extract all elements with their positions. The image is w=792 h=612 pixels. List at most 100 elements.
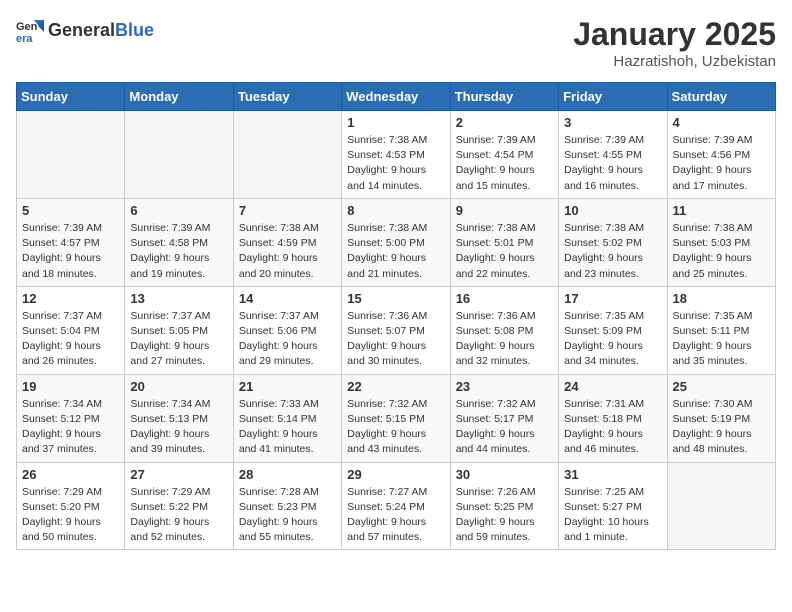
day-detail: Sunrise: 7:36 AM Sunset: 5:07 PM Dayligh… [347,309,444,370]
calendar-cell: 1 Sunrise: 7:38 AM Sunset: 4:53 PM Daylig… [342,111,450,199]
calendar-week-row: 1 Sunrise: 7:38 AM Sunset: 4:53 PM Daylig… [17,111,776,199]
day-detail: Sunrise: 7:38 AM Sunset: 5:00 PM Dayligh… [347,221,444,282]
day-detail: Sunrise: 7:38 AM Sunset: 5:03 PM Dayligh… [673,221,770,282]
day-detail: Sunrise: 7:39 AM Sunset: 4:54 PM Dayligh… [456,133,553,194]
day-detail: Sunrise: 7:39 AM Sunset: 4:57 PM Dayligh… [22,221,119,282]
calendar-cell: 21 Sunrise: 7:33 AM Sunset: 5:14 PM Dayli… [233,374,341,462]
day-number: 31 [564,467,661,482]
day-number: 9 [456,203,553,218]
logo-text: GeneralBlue [48,20,154,41]
calendar-cell: 16 Sunrise: 7:36 AM Sunset: 5:08 PM Dayli… [450,286,558,374]
calendar-cell: 13 Sunrise: 7:37 AM Sunset: 5:05 PM Dayli… [125,286,233,374]
logo-icon: Gen era [16,16,44,44]
day-detail: Sunrise: 7:35 AM Sunset: 5:09 PM Dayligh… [564,309,661,370]
day-detail: Sunrise: 7:38 AM Sunset: 4:53 PM Dayligh… [347,133,444,194]
day-detail: Sunrise: 7:37 AM Sunset: 5:05 PM Dayligh… [130,309,227,370]
calendar-cell: 2 Sunrise: 7:39 AM Sunset: 4:54 PM Daylig… [450,111,558,199]
day-number: 2 [456,115,553,130]
weekday-header-row: SundayMondayTuesdayWednesdayThursdayFrid… [17,83,776,111]
day-number: 19 [22,379,119,394]
calendar-cell: 22Sunrise: 7:32 AM Sunset: 5:15 PM Dayli… [342,374,450,462]
day-detail: Sunrise: 7:36 AM Sunset: 5:08 PM Dayligh… [456,309,553,370]
calendar-cell: 11 Sunrise: 7:38 AM Sunset: 5:03 PM Dayli… [667,198,775,286]
calendar-cell: 10Sunrise: 7:38 AM Sunset: 5:02 PM Dayli… [559,198,667,286]
day-detail: Sunrise: 7:32 AM Sunset: 5:17 PM Dayligh… [456,397,553,458]
calendar-cell: 3Sunrise: 7:39 AM Sunset: 4:55 PM Daylig… [559,111,667,199]
day-number: 22 [347,379,444,394]
day-detail: Sunrise: 7:29 AM Sunset: 5:22 PM Dayligh… [130,485,227,546]
calendar-cell: 9Sunrise: 7:38 AM Sunset: 5:01 PM Daylig… [450,198,558,286]
day-number: 20 [130,379,227,394]
day-number: 17 [564,291,661,306]
page-header: Gen era GeneralBlue January 2025 Hazrati… [16,16,776,70]
day-number: 12 [22,291,119,306]
logo-blue: Blue [115,20,154,40]
calendar-cell: 4Sunrise: 7:39 AM Sunset: 4:56 PM Daylig… [667,111,775,199]
day-detail: Sunrise: 7:25 AM Sunset: 5:27 PM Dayligh… [564,485,661,546]
calendar-cell [233,111,341,199]
day-number: 15 [347,291,444,306]
day-number: 16 [456,291,553,306]
day-number: 26 [22,467,119,482]
day-number: 5 [22,203,119,218]
day-number: 23 [456,379,553,394]
month-title: January 2025 [573,16,776,53]
calendar-cell: 29Sunrise: 7:27 AM Sunset: 5:24 PM Dayli… [342,462,450,550]
weekday-header: Saturday [667,83,775,111]
day-detail: Sunrise: 7:37 AM Sunset: 5:06 PM Dayligh… [239,309,336,370]
calendar-cell: 28 Sunrise: 7:28 AM Sunset: 5:23 PM Dayli… [233,462,341,550]
day-detail: Sunrise: 7:27 AM Sunset: 5:24 PM Dayligh… [347,485,444,546]
day-number: 1 [347,115,444,130]
day-number: 8 [347,203,444,218]
calendar-week-row: 12 Sunrise: 7:37 AM Sunset: 5:04 PM Dayli… [17,286,776,374]
day-number: 7 [239,203,336,218]
svg-text:era: era [16,33,33,44]
weekday-header: Monday [125,83,233,111]
weekday-header: Wednesday [342,83,450,111]
calendar-cell: 26 Sunrise: 7:29 AM Sunset: 5:20 PM Dayli… [17,462,125,550]
calendar-cell: 6Sunrise: 7:39 AM Sunset: 4:58 PM Daylig… [125,198,233,286]
calendar-cell: 31 Sunrise: 7:25 AM Sunset: 5:27 PM Dayli… [559,462,667,550]
day-detail: Sunrise: 7:34 AM Sunset: 5:12 PM Dayligh… [22,397,119,458]
location: Hazratishoh, Uzbekistan [573,53,776,70]
day-detail: Sunrise: 7:30 AM Sunset: 5:19 PM Dayligh… [673,397,770,458]
calendar-cell: 24 Sunrise: 7:31 AM Sunset: 5:18 PM Dayli… [559,374,667,462]
day-detail: Sunrise: 7:26 AM Sunset: 5:25 PM Dayligh… [456,485,553,546]
calendar-week-row: 26 Sunrise: 7:29 AM Sunset: 5:20 PM Dayli… [17,462,776,550]
calendar-cell: 18 Sunrise: 7:35 AM Sunset: 5:11 PM Dayli… [667,286,775,374]
calendar-week-row: 5 Sunrise: 7:39 AM Sunset: 4:57 PM Daylig… [17,198,776,286]
calendar-week-row: 19 Sunrise: 7:34 AM Sunset: 5:12 PM Dayli… [17,374,776,462]
calendar-cell: 17 Sunrise: 7:35 AM Sunset: 5:09 PM Dayli… [559,286,667,374]
calendar-cell: 23 Sunrise: 7:32 AM Sunset: 5:17 PM Dayli… [450,374,558,462]
calendar-cell: 7 Sunrise: 7:38 AM Sunset: 4:59 PM Daylig… [233,198,341,286]
day-detail: Sunrise: 7:38 AM Sunset: 4:59 PM Dayligh… [239,221,336,282]
calendar-cell [17,111,125,199]
calendar-cell: 27 Sunrise: 7:29 AM Sunset: 5:22 PM Dayli… [125,462,233,550]
calendar-cell: 19 Sunrise: 7:34 AM Sunset: 5:12 PM Dayli… [17,374,125,462]
calendar-cell [667,462,775,550]
weekday-header: Tuesday [233,83,341,111]
day-number: 18 [673,291,770,306]
weekday-header: Sunday [17,83,125,111]
day-detail: Sunrise: 7:28 AM Sunset: 5:23 PM Dayligh… [239,485,336,546]
day-detail: Sunrise: 7:37 AM Sunset: 5:04 PM Dayligh… [22,309,119,370]
day-detail: Sunrise: 7:38 AM Sunset: 5:02 PM Dayligh… [564,221,661,282]
day-detail: Sunrise: 7:29 AM Sunset: 5:20 PM Dayligh… [22,485,119,546]
day-number: 30 [456,467,553,482]
day-number: 13 [130,291,227,306]
day-detail: Sunrise: 7:39 AM Sunset: 4:56 PM Dayligh… [673,133,770,194]
day-number: 21 [239,379,336,394]
day-number: 11 [673,203,770,218]
svg-text:Gen: Gen [16,21,38,33]
calendar: SundayMondayTuesdayWednesdayThursdayFrid… [16,82,776,550]
day-number: 27 [130,467,227,482]
day-number: 25 [673,379,770,394]
calendar-cell: 25 Sunrise: 7:30 AM Sunset: 5:19 PM Dayli… [667,374,775,462]
day-detail: Sunrise: 7:31 AM Sunset: 5:18 PM Dayligh… [564,397,661,458]
day-detail: Sunrise: 7:39 AM Sunset: 4:55 PM Dayligh… [564,133,661,194]
day-detail: Sunrise: 7:35 AM Sunset: 5:11 PM Dayligh… [673,309,770,370]
day-number: 28 [239,467,336,482]
calendar-cell: 15 Sunrise: 7:36 AM Sunset: 5:07 PM Dayli… [342,286,450,374]
day-number: 24 [564,379,661,394]
day-detail: Sunrise: 7:33 AM Sunset: 5:14 PM Dayligh… [239,397,336,458]
